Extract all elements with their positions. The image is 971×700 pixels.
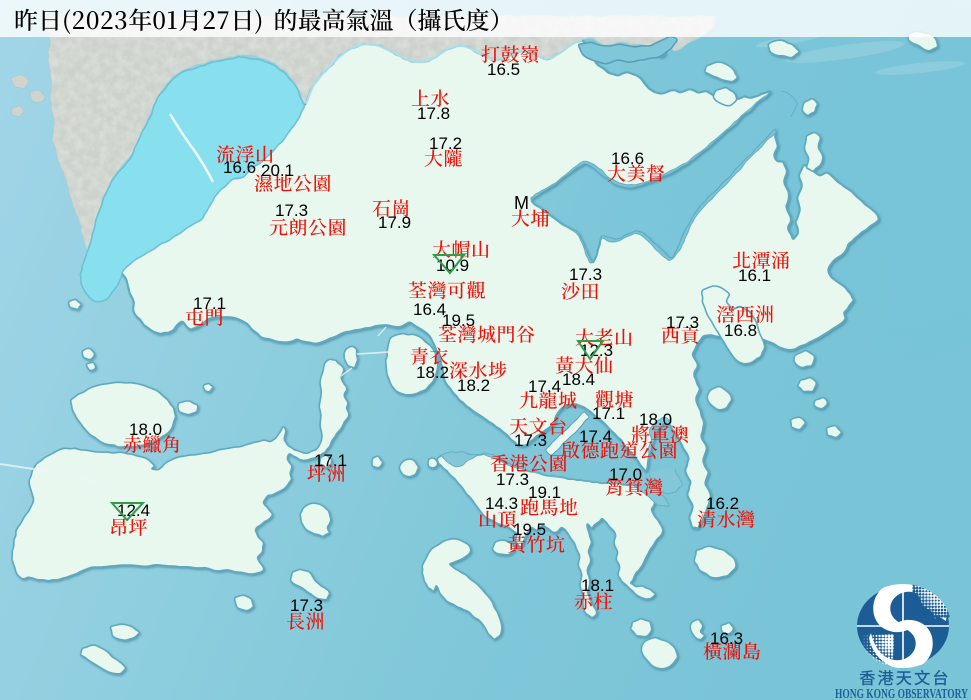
- svg-text:17.4: 17.4: [528, 377, 561, 396]
- svg-text:17.1: 17.1: [314, 451, 347, 470]
- svg-text:16.5: 16.5: [487, 60, 520, 79]
- svg-text:17.2: 17.2: [429, 134, 462, 153]
- svg-text:HONG KONG OBSERVATORY: HONG KONG OBSERVATORY: [835, 686, 968, 700]
- svg-text:14.3: 14.3: [485, 494, 518, 513]
- svg-text:M: M: [514, 193, 529, 213]
- svg-text:18.1: 18.1: [581, 576, 614, 595]
- svg-text:17.9: 17.9: [378, 213, 411, 232]
- svg-text:17.3: 17.3: [514, 431, 547, 450]
- svg-text:18.4: 18.4: [562, 370, 595, 389]
- svg-text:17.8: 17.8: [417, 104, 450, 123]
- svg-text:17.3: 17.3: [666, 313, 699, 332]
- svg-text:16.6: 16.6: [611, 149, 644, 168]
- svg-text:18.2: 18.2: [416, 363, 449, 382]
- svg-text:18.0: 18.0: [639, 410, 672, 429]
- svg-text:10.9: 10.9: [436, 256, 469, 275]
- svg-text:18.2: 18.2: [457, 376, 490, 395]
- svg-text:19.1: 19.1: [528, 483, 561, 502]
- svg-text:16.2: 16.2: [706, 494, 739, 513]
- svg-text:16.6: 16.6: [223, 158, 256, 177]
- svg-text:20.1: 20.1: [261, 161, 294, 180]
- svg-text:16.3: 16.3: [710, 629, 743, 648]
- svg-text:19.5: 19.5: [513, 520, 546, 539]
- svg-text:16.1: 16.1: [738, 266, 771, 285]
- svg-text:17.0: 17.0: [609, 465, 642, 484]
- svg-text:17.1: 17.1: [592, 404, 625, 423]
- svg-text:17.3: 17.3: [569, 265, 602, 284]
- svg-text:17.3: 17.3: [290, 596, 323, 615]
- svg-text:17.1: 17.1: [193, 294, 226, 313]
- svg-text:16.8: 16.8: [724, 321, 757, 340]
- svg-text:17.3: 17.3: [496, 470, 529, 489]
- svg-text:17.3: 17.3: [275, 201, 308, 220]
- svg-text:17.4: 17.4: [579, 427, 612, 446]
- svg-text:19.5: 19.5: [442, 311, 475, 330]
- svg-text:18.0: 18.0: [129, 420, 162, 439]
